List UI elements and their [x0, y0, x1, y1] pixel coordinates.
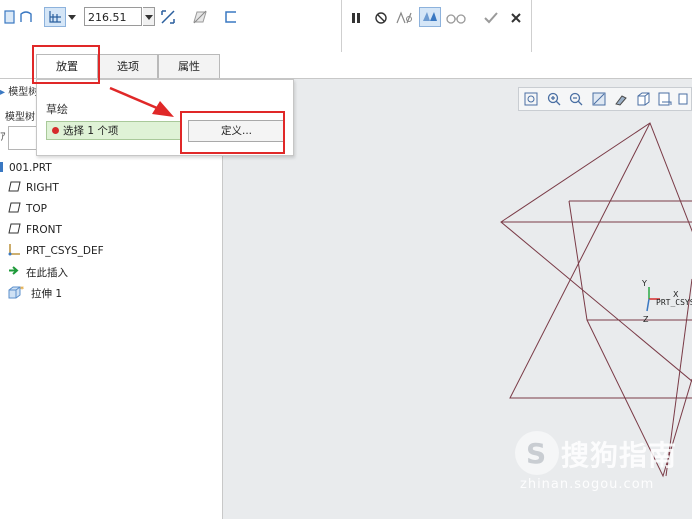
annotation-arrow	[109, 86, 174, 117]
